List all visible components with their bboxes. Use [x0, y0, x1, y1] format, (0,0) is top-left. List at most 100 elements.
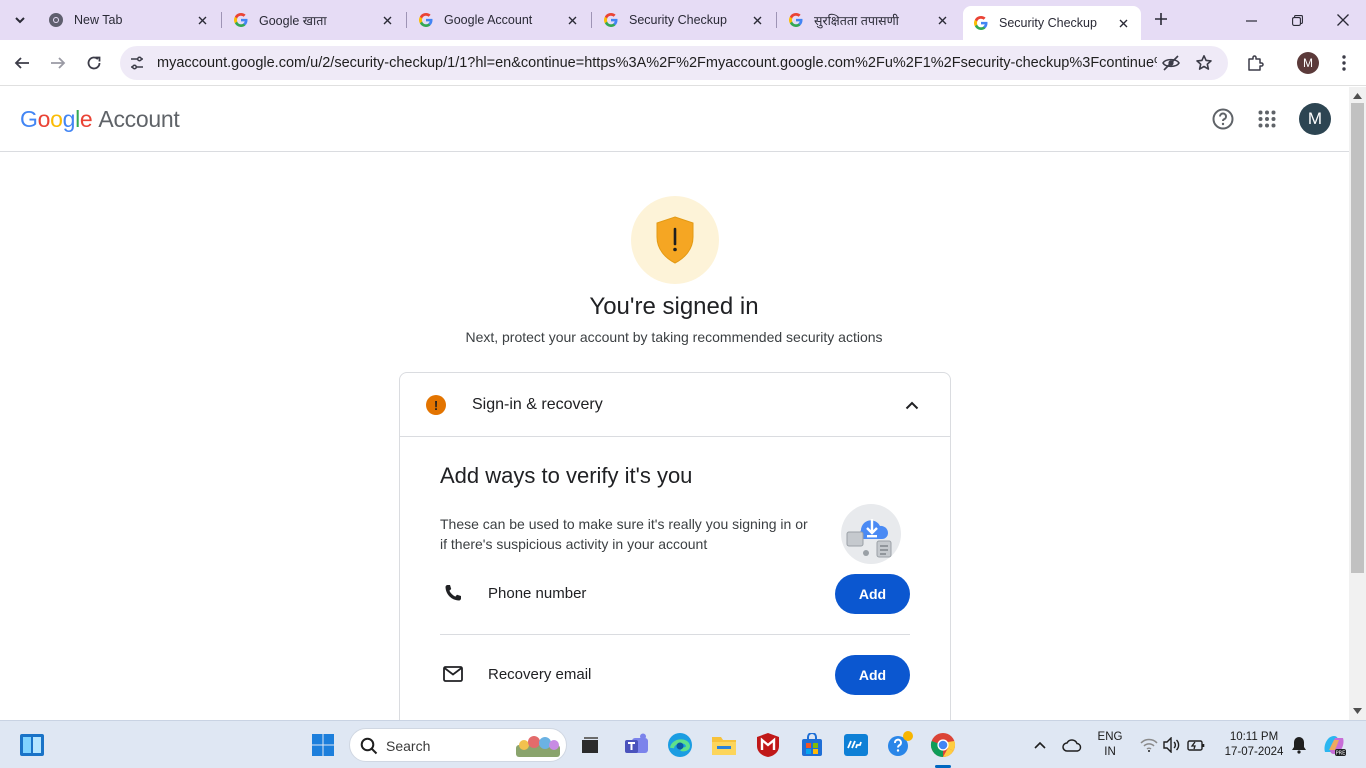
- microsoft-store-button[interactable]: [798, 731, 826, 759]
- url-text[interactable]: myaccount.google.com/u/2/security-checku…: [157, 55, 1157, 71]
- taskbar-search-box[interactable]: Search: [349, 728, 567, 762]
- back-button[interactable]: [10, 51, 34, 75]
- minimize-icon: [1245, 19, 1257, 22]
- folder-icon: [712, 737, 736, 755]
- apps-grid-icon: [1258, 110, 1276, 128]
- chrome-menu-button[interactable]: [1332, 51, 1356, 75]
- section-description: These can be used to make sure it's real…: [440, 516, 808, 552]
- widgets-button[interactable]: [18, 731, 46, 759]
- help-button[interactable]: [1211, 107, 1235, 131]
- copilot-icon: PRE: [1324, 736, 1346, 757]
- apps-button[interactable]: [1255, 107, 1279, 131]
- battery-button[interactable]: [1182, 731, 1210, 759]
- search-icon: [360, 737, 378, 755]
- chrome-taskbar-button[interactable]: [929, 731, 957, 759]
- close-window-button[interactable]: [1331, 8, 1355, 32]
- new-tab-button[interactable]: [1150, 8, 1172, 30]
- copilot-button[interactable]: PRE: [1320, 731, 1348, 759]
- phone-number-label: Phone number: [488, 585, 587, 602]
- speaker-icon: [1163, 737, 1180, 753]
- language-indicator[interactable]: ENG IN: [1092, 730, 1128, 760]
- tab-google-account[interactable]: Google Account: [408, 6, 590, 34]
- close-icon: [1337, 14, 1349, 26]
- phone-number-row: Phone number Add: [440, 564, 910, 624]
- tab-security-checkup[interactable]: Security Checkup: [593, 6, 775, 34]
- clock-time: 10:11 PM: [1229, 731, 1279, 743]
- google-g-icon: [234, 13, 248, 27]
- collapse-button[interactable]: [902, 395, 922, 415]
- language-code: ENG: [1097, 731, 1123, 743]
- notifications-button[interactable]: [1285, 731, 1313, 759]
- chevron-down-icon: [15, 17, 25, 24]
- myhp-icon: [844, 734, 868, 756]
- close-tab-icon[interactable]: [1115, 15, 1131, 31]
- start-button[interactable]: [309, 731, 337, 759]
- mcafee-button[interactable]: [754, 731, 782, 759]
- teams-button[interactable]: [623, 731, 651, 759]
- tab-separator: [776, 12, 777, 28]
- vertical-scrollbar[interactable]: [1349, 87, 1366, 720]
- tab-title: New Tab: [74, 13, 123, 27]
- scrollbar-thumb[interactable]: [1351, 103, 1364, 573]
- close-tab-icon[interactable]: [194, 12, 210, 28]
- chevron-up-icon: [1034, 741, 1046, 749]
- add-phone-button[interactable]: Add: [835, 574, 910, 614]
- google-g-icon: [419, 13, 433, 27]
- extensions-button[interactable]: [1243, 51, 1267, 75]
- tab-security-checkup-active[interactable]: Security Checkup: [963, 6, 1141, 40]
- card-header-title: Sign-in & recovery: [472, 396, 603, 413]
- account-avatar[interactable]: M: [1299, 103, 1331, 135]
- page-subtitle: Next, protect your account by taking rec…: [465, 329, 883, 345]
- card-header[interactable]: ! Sign-in & recovery: [400, 373, 950, 437]
- get-help-button[interactable]: [886, 731, 914, 759]
- hp-app-button[interactable]: [842, 731, 870, 759]
- minimize-button[interactable]: [1239, 8, 1263, 32]
- bookmark-star-icon[interactable]: [1194, 53, 1214, 73]
- account-wordmark: Account: [98, 106, 180, 132]
- reload-button[interactable]: [82, 51, 106, 75]
- profile-avatar[interactable]: M: [1297, 52, 1319, 74]
- address-bar[interactable]: myaccount.google.com/u/2/security-checku…: [120, 46, 1228, 80]
- close-tab-icon[interactable]: [379, 12, 395, 28]
- tab-new-tab[interactable]: New Tab: [38, 6, 220, 34]
- tab-title: Security Checkup: [629, 13, 727, 27]
- show-hidden-icons-button[interactable]: [1026, 731, 1054, 759]
- close-tab-icon[interactable]: [564, 12, 580, 28]
- forward-arrow-icon: [51, 57, 66, 69]
- task-view-button[interactable]: [576, 731, 604, 759]
- edge-icon: [668, 733, 692, 757]
- add-recovery-email-button[interactable]: Add: [835, 655, 910, 695]
- google-account-logo[interactable]: Google Account: [20, 106, 180, 133]
- tab-separator: [221, 12, 222, 28]
- restore-button[interactable]: [1285, 8, 1309, 32]
- tracking-protection-icon[interactable]: [1161, 53, 1181, 73]
- close-tab-icon[interactable]: [749, 12, 765, 28]
- cloud-icon: [1062, 739, 1082, 752]
- row-divider: [440, 634, 910, 635]
- hero-illustration: [631, 196, 719, 284]
- onedrive-button[interactable]: [1058, 731, 1086, 759]
- mail-icon: [442, 663, 464, 685]
- browser-toolbar: myaccount.google.com/u/2/security-checku…: [0, 40, 1366, 86]
- wifi-icon: [1140, 738, 1158, 752]
- section-title: Add ways to verify it's you: [440, 463, 693, 488]
- battery-charging-icon: [1187, 740, 1205, 751]
- tab-search-button[interactable]: [8, 8, 32, 32]
- tab-google-khata[interactable]: Google खाता: [223, 6, 405, 34]
- forward-button[interactable]: [46, 51, 70, 75]
- tab-strip: New Tab Google खाता Google Account Secur…: [0, 0, 1366, 40]
- scroll-down-arrow-icon[interactable]: [1353, 706, 1362, 715]
- clock[interactable]: 10:11 PM 17-07-2024: [1218, 730, 1290, 760]
- notification-bell-icon: [1292, 737, 1306, 754]
- clock-date: 17-07-2024: [1224, 746, 1284, 758]
- close-tab-icon[interactable]: [934, 12, 950, 28]
- search-placeholder: Search: [386, 738, 431, 754]
- tab-surakshitata-tapasani[interactable]: सुरक्षितता तपासणी: [778, 6, 960, 34]
- site-info-icon[interactable]: [128, 54, 146, 72]
- file-explorer-button[interactable]: [710, 731, 738, 759]
- edge-button[interactable]: [666, 731, 694, 759]
- scroll-up-arrow-icon[interactable]: [1353, 91, 1362, 100]
- phone-icon: [442, 582, 464, 604]
- language-region: IN: [1104, 746, 1116, 758]
- chrome-icon: [49, 13, 63, 27]
